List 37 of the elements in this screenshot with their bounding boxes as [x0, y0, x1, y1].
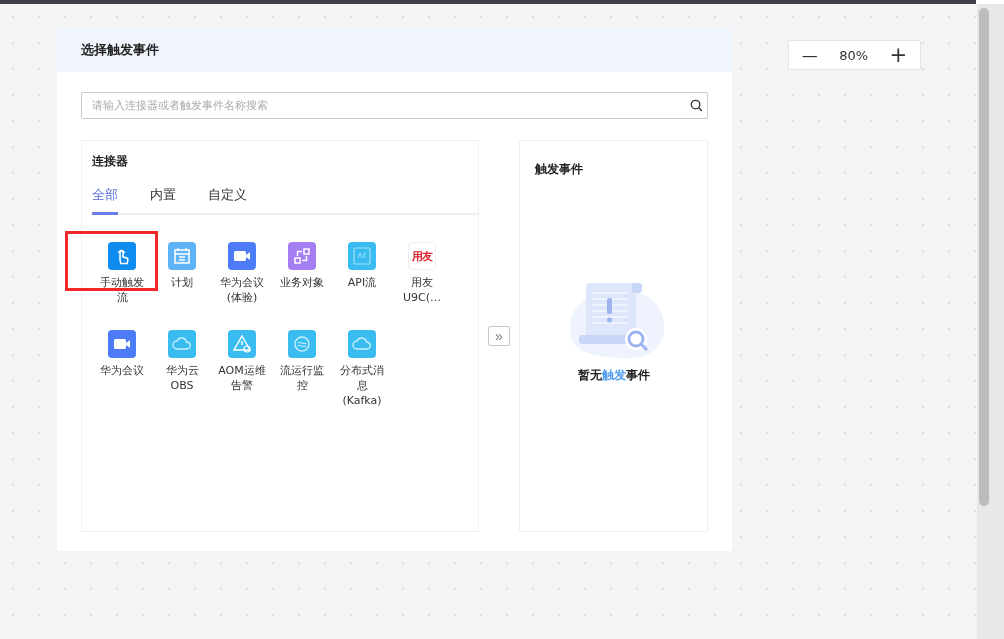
connector-label: 华为会议: [99, 363, 145, 378]
tab[interactable]: 自定义: [208, 186, 247, 215]
section-title: 触发事件: [535, 161, 584, 178]
connector-item[interactable]: 流运行监控: [272, 330, 332, 410]
connector-label: 华为云OBS: [164, 363, 200, 393]
connector-label: 手动触发流: [99, 275, 145, 305]
tab[interactable]: 全部: [92, 186, 118, 215]
connector-label: 计划: [170, 275, 194, 290]
tab[interactable]: 内置: [150, 186, 176, 215]
connector-item[interactable]: 业务对象: [272, 242, 332, 322]
connector-item[interactable]: 分布式消息(Kafka): [332, 330, 392, 410]
search-field[interactable]: 请输入连接器或者触发事件名称搜索: [81, 92, 708, 119]
zoom-in-button[interactable]: +: [885, 45, 912, 65]
connector-label: 分布式消息(Kafka): [339, 363, 385, 408]
connector-label: 用友U9C(…: [402, 275, 442, 305]
logo-icon: 用友: [408, 242, 436, 270]
connector-item[interactable]: 华为会议: [92, 330, 152, 410]
panel-title: 选择触发事件: [81, 41, 159, 59]
connector-item[interactable]: AOM运维告警: [212, 330, 272, 410]
connector-label: AOM运维告警: [218, 363, 266, 393]
zoom-out-button[interactable]: —: [797, 45, 822, 65]
search-icon[interactable]: [690, 99, 703, 112]
connector-label: 流运行监控: [279, 363, 325, 393]
move-right-button[interactable]: »: [488, 326, 510, 346]
connector-item[interactable]: 华为云OBS: [152, 330, 212, 410]
zoom-level: 80%: [839, 47, 869, 63]
connector-label: 业务对象: [279, 275, 325, 290]
connector-item[interactable]: 手动触发流: [92, 242, 152, 322]
connector-item[interactable]: 华为会议(体验): [212, 242, 272, 322]
section-title: 连接器: [92, 153, 129, 170]
empty-message: 暂无触发事件: [577, 367, 650, 384]
connector-label: API流: [346, 275, 378, 290]
connector-item[interactable]: 计划: [152, 242, 212, 322]
connector-item[interactable]: API流: [332, 242, 392, 322]
connector-label: 华为会议(体验): [219, 275, 265, 305]
connector-item[interactable]: 用友 用友U9C(…: [392, 242, 452, 322]
scrollbar-thumb[interactable]: [979, 8, 989, 506]
